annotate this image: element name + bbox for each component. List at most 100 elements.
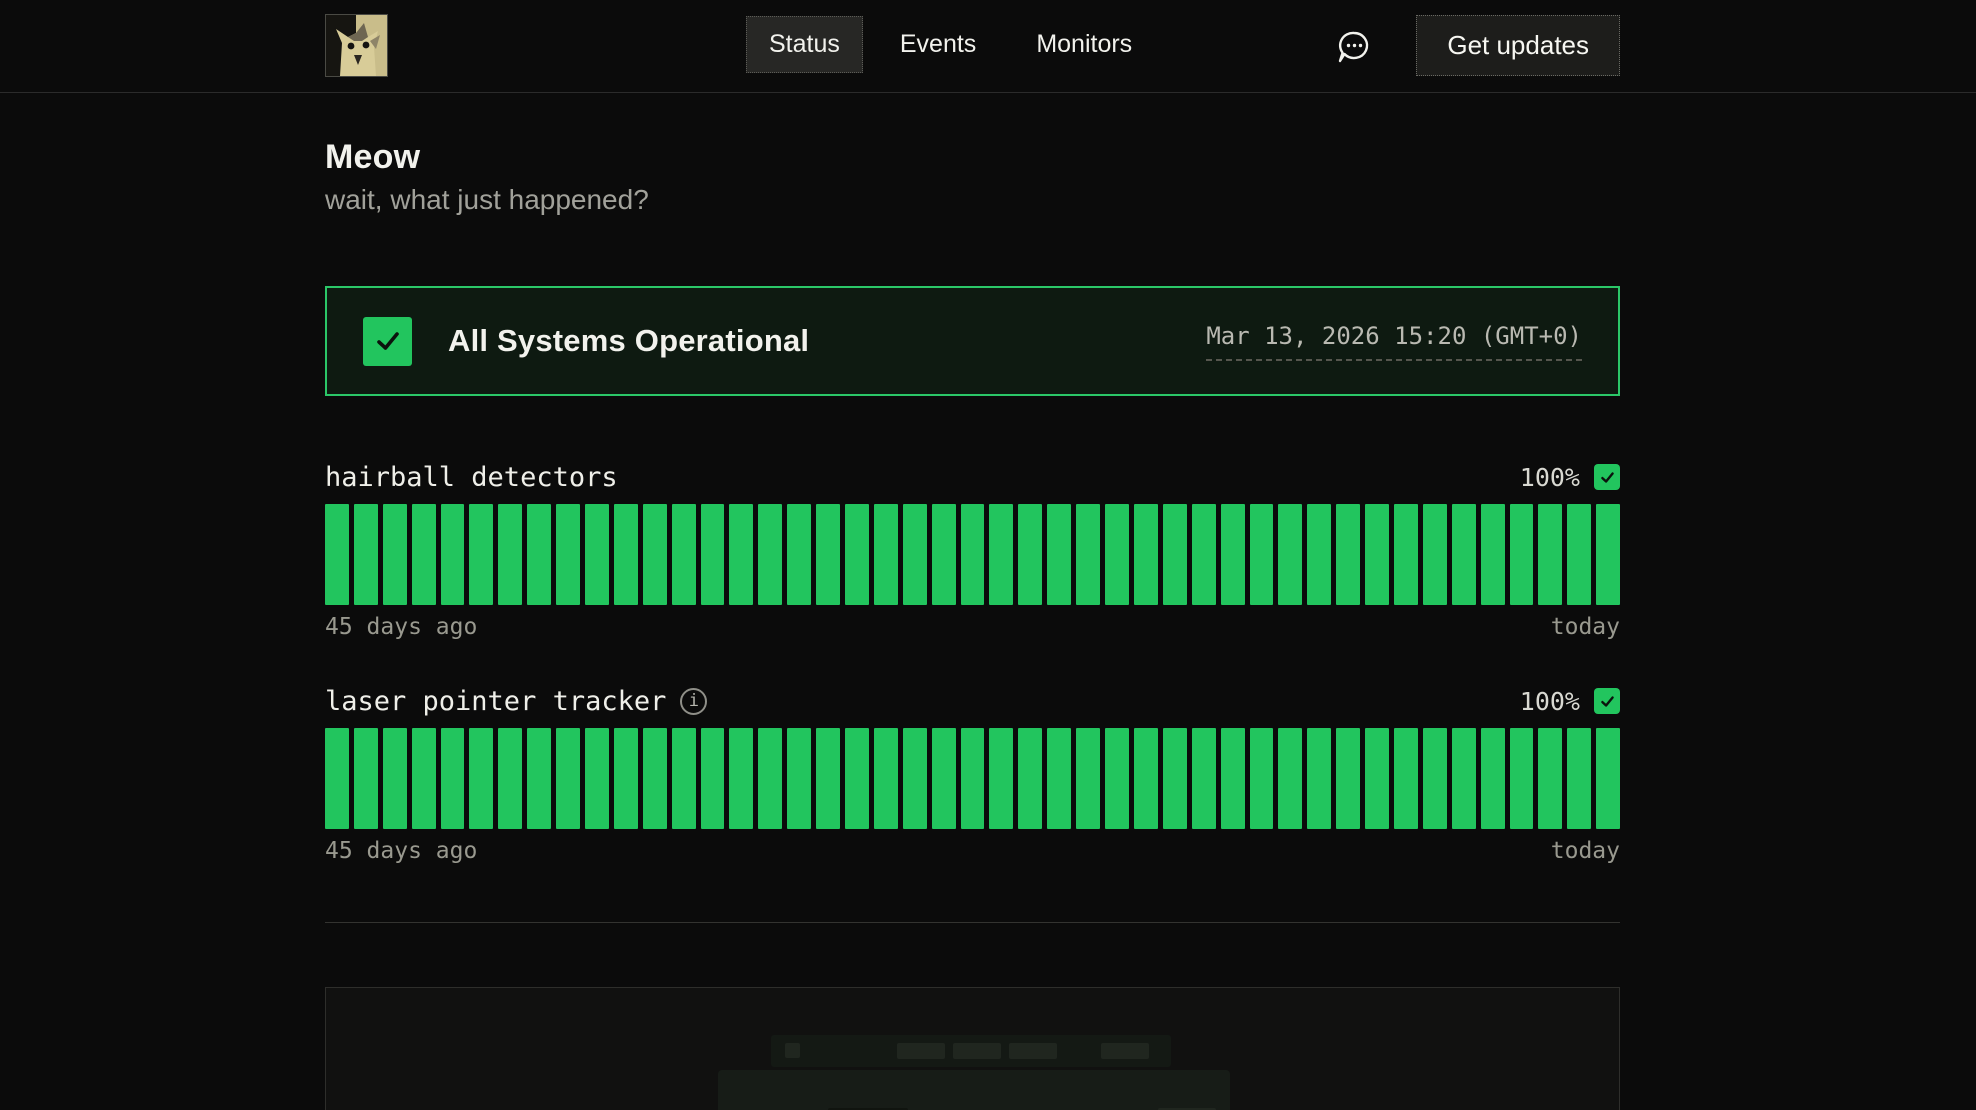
uptime-bar[interactable] [1047,504,1071,605]
uptime-bar[interactable] [961,504,985,605]
uptime-bar[interactable] [989,728,1013,829]
uptime-bar[interactable] [1596,504,1620,605]
uptime-bar[interactable] [498,504,522,605]
uptime-bar[interactable] [585,728,609,829]
uptime-bar[interactable] [1510,504,1534,605]
uptime-bar[interactable] [729,728,753,829]
uptime-bar[interactable] [1134,728,1158,829]
uptime-bar[interactable] [1423,728,1447,829]
uptime-bar[interactable] [1423,504,1447,605]
uptime-bar[interactable] [1250,728,1274,829]
uptime-bar[interactable] [701,728,725,829]
uptime-bar[interactable] [325,728,349,829]
uptime-bar[interactable] [412,504,436,605]
uptime-bar[interactable] [1567,504,1591,605]
faded-preview-navbar-small [771,1035,1171,1067]
uptime-bar[interactable] [1307,504,1331,605]
uptime-bar[interactable] [1394,504,1418,605]
uptime-bar[interactable] [527,504,551,605]
uptime-bar[interactable] [961,728,985,829]
uptime-bar[interactable] [556,728,580,829]
uptime-bar[interactable] [1481,504,1505,605]
tab-events[interactable]: Events [877,16,999,73]
uptime-bar[interactable] [874,504,898,605]
uptime-bar[interactable] [1394,728,1418,829]
uptime-bar[interactable] [1596,728,1620,829]
uptime-bar[interactable] [1336,728,1360,829]
uptime-bar[interactable] [498,728,522,829]
uptime-bar[interactable] [412,728,436,829]
uptime-bar[interactable] [758,504,782,605]
uptime-bar[interactable] [989,504,1013,605]
uptime-bar[interactable] [556,504,580,605]
uptime-bar[interactable] [1018,728,1042,829]
uptime-bar[interactable] [643,728,667,829]
uptime-bar[interactable] [1278,728,1302,829]
uptime-bar[interactable] [1452,728,1476,829]
uptime-bar[interactable] [1047,728,1071,829]
uptime-bar[interactable] [1481,728,1505,829]
uptime-bar[interactable] [441,728,465,829]
uptime-bar[interactable] [1452,504,1476,605]
uptime-bar[interactable] [527,728,551,829]
uptime-bar[interactable] [1365,504,1389,605]
monitor-name: laser pointer tracker [325,686,666,717]
uptime-bar[interactable] [469,504,493,605]
uptime-bar[interactable] [643,504,667,605]
site-logo[interactable] [325,14,388,77]
uptime-bar[interactable] [383,504,407,605]
uptime-bar[interactable] [1221,504,1245,605]
chat-feedback-button[interactable] [1336,29,1372,65]
uptime-bar[interactable] [903,504,927,605]
uptime-bar[interactable] [1192,504,1216,605]
uptime-bar[interactable] [1510,728,1534,829]
uptime-bar[interactable] [325,504,349,605]
uptime-bar[interactable] [354,504,378,605]
info-icon[interactable]: i [680,688,707,715]
uptime-bar[interactable] [1163,728,1187,829]
uptime-bar[interactable] [729,504,753,605]
uptime-bar[interactable] [816,504,840,605]
uptime-bar[interactable] [354,728,378,829]
uptime-bar[interactable] [787,504,811,605]
uptime-bar[interactable] [1018,504,1042,605]
uptime-bar[interactable] [1278,504,1302,605]
uptime-bar[interactable] [932,728,956,829]
uptime-bar[interactable] [874,728,898,829]
uptime-bar[interactable] [1336,504,1360,605]
tab-status[interactable]: Status [746,16,863,73]
uptime-bar[interactable] [1105,728,1129,829]
uptime-bar[interactable] [1365,728,1389,829]
uptime-bar[interactable] [845,728,869,829]
uptime-bar[interactable] [816,728,840,829]
uptime-bar[interactable] [932,504,956,605]
uptime-bar[interactable] [1567,728,1591,829]
uptime-bar[interactable] [383,728,407,829]
uptime-bar[interactable] [672,504,696,605]
uptime-bar[interactable] [1221,728,1245,829]
uptime-bar[interactable] [614,728,638,829]
uptime-bar[interactable] [758,728,782,829]
uptime-bar[interactable] [1307,728,1331,829]
uptime-bar[interactable] [845,504,869,605]
uptime-bar[interactable] [1076,728,1100,829]
uptime-bar[interactable] [1538,728,1562,829]
uptime-bar[interactable] [1105,504,1129,605]
uptime-bar[interactable] [469,728,493,829]
uptime-bar[interactable] [441,504,465,605]
uptime-bar[interactable] [1076,504,1100,605]
uptime-bar[interactable] [787,728,811,829]
uptime-bar[interactable] [614,504,638,605]
uptime-bar[interactable] [701,504,725,605]
uptime-bar[interactable] [1250,504,1274,605]
tab-monitors[interactable]: Monitors [1013,16,1155,73]
uptime-bar[interactable] [1134,504,1158,605]
status-timestamp[interactable]: Mar 13, 2026 15:20 (GMT+0) [1206,322,1582,361]
uptime-bar[interactable] [585,504,609,605]
uptime-bar[interactable] [1192,728,1216,829]
uptime-bar[interactable] [1538,504,1562,605]
uptime-bar[interactable] [903,728,927,829]
uptime-bar[interactable] [672,728,696,829]
uptime-bar[interactable] [1163,504,1187,605]
get-updates-button[interactable]: Get updates [1416,15,1620,76]
